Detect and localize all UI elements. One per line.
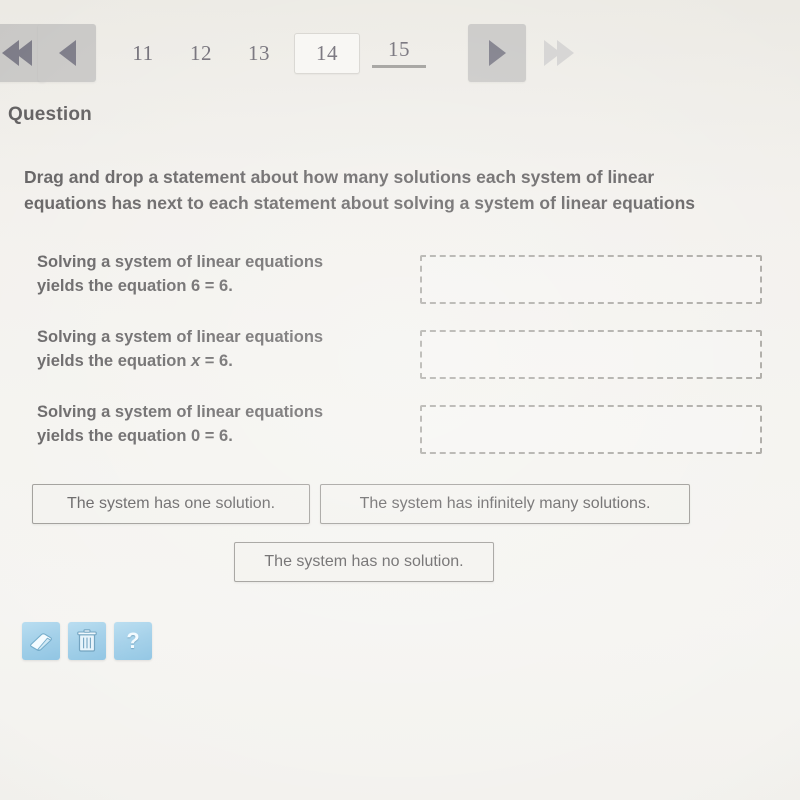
question-page: 11 12 13 14 15 Question Drag and drop a … — [0, 0, 800, 800]
page-number-13[interactable]: 13 — [236, 42, 282, 64]
matching-row: Solving a system of linear equations yie… — [0, 323, 800, 398]
prompt-line-1: Drag and drop a statement about how many… — [24, 167, 655, 187]
statement-variable: x — [191, 352, 201, 370]
statement-line-1: Solving a system of linear equations — [37, 403, 324, 421]
double-chevron-left-icon — [2, 40, 32, 66]
drop-target[interactable] — [420, 330, 762, 379]
double-chevron-right-icon — [544, 40, 574, 66]
next-page-button[interactable] — [468, 24, 526, 82]
pagination-bar: 11 12 13 14 15 — [0, 24, 800, 84]
delete-button[interactable] — [68, 622, 106, 660]
page-number-15[interactable]: 15 — [372, 38, 426, 68]
page-number-14-current[interactable]: 14 — [294, 32, 360, 74]
statement-line-2-pre: yields the equation — [37, 427, 192, 445]
tool-bar: ? — [22, 622, 152, 660]
statement-text: Solving a system of linear equations yie… — [37, 400, 417, 448]
trash-icon — [77, 629, 97, 652]
page-number-12[interactable]: 12 — [178, 42, 224, 64]
matching-row: Solving a system of linear equations yie… — [0, 398, 800, 473]
statement-line-1: Solving a system of linear equations — [37, 253, 324, 271]
page-number-11[interactable]: 11 — [120, 42, 166, 64]
answer-chip-label: The system has no solution. — [264, 553, 464, 570]
help-button[interactable]: ? — [114, 622, 152, 660]
page-title: Question — [8, 104, 92, 125]
answer-chip[interactable]: The system has no solution. — [234, 542, 494, 582]
eraser-icon — [30, 633, 52, 651]
prompt-text: Drag and drop a statement about how many… — [24, 164, 800, 216]
statement-line-2-pre: yields the equation — [37, 352, 192, 370]
statement-line-1: Solving a system of linear equations — [37, 328, 324, 346]
answer-chip-label: The system has one solution. — [66, 495, 276, 512]
last-page-button[interactable] — [530, 24, 588, 82]
answer-chip-label: The system has infinitely many solutions… — [359, 495, 651, 512]
answer-chip[interactable]: The system has one solution. — [32, 484, 310, 524]
statement-line-2-pre: yields the equation — [37, 277, 192, 295]
chevron-right-icon — [488, 40, 506, 66]
prompt-line-2: equations has next to each statement abo… — [24, 193, 695, 213]
matching-row: Solving a system of linear equations yie… — [0, 248, 800, 323]
statement-line-2-post: = 6. — [200, 352, 233, 370]
help-icon: ? — [126, 628, 140, 653]
answer-chip[interactable]: The system has infinitely many solutions… — [320, 484, 690, 524]
previous-page-button[interactable] — [38, 24, 96, 82]
statement-text: Solving a system of linear equations yie… — [37, 250, 417, 298]
drop-target[interactable] — [420, 255, 762, 304]
statement-line-2-post: 0 = 6. — [191, 427, 233, 445]
chevron-left-icon — [58, 40, 76, 66]
matching-rows: Solving a system of linear equations yie… — [0, 248, 800, 473]
statement-line-2-post: 6 = 6. — [191, 277, 233, 295]
eraser-button[interactable] — [22, 622, 60, 660]
statement-text: Solving a system of linear equations yie… — [37, 325, 417, 373]
drop-target[interactable] — [420, 405, 762, 454]
page-number-list: 11 12 13 14 15 — [120, 24, 438, 82]
